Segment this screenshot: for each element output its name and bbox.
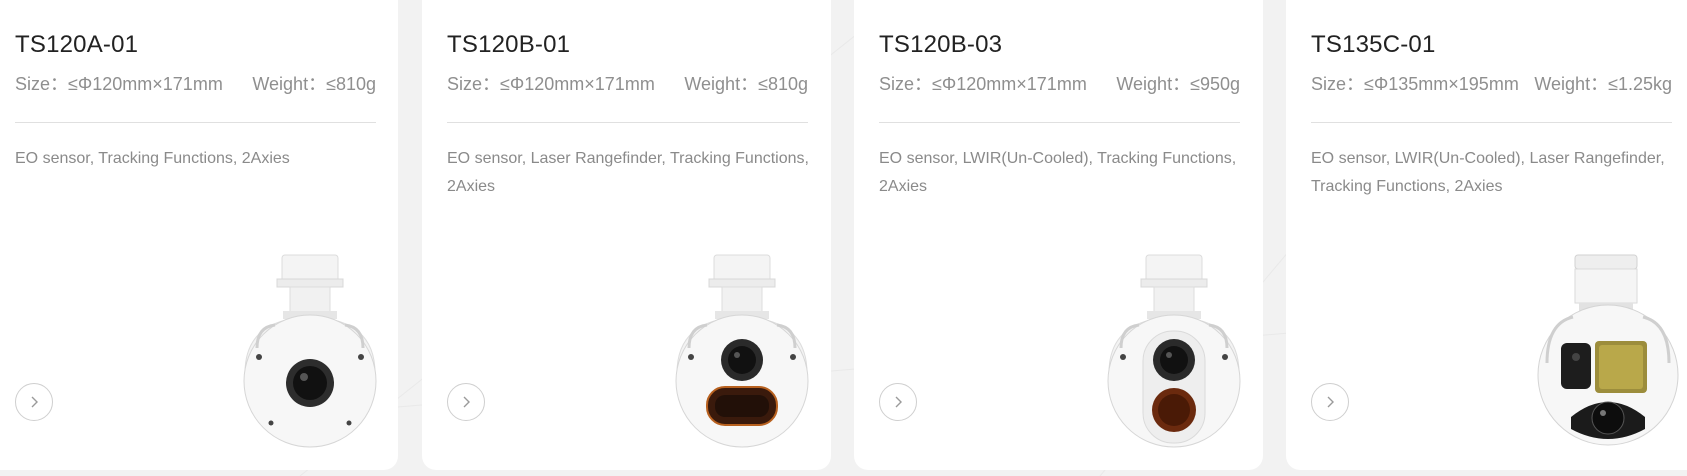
product-title[interactable]: TS120B-03 xyxy=(879,31,1002,59)
product-card[interactable]: TS120A-01 Size：≤Φ120mm×171mm Weight：≤810… xyxy=(0,0,398,470)
size-spec: Size：≤Φ120mm×171mm xyxy=(879,74,1087,94)
product-description: EO sensor, LWIR(Un-Cooled), Laser Rangef… xyxy=(1311,150,1665,195)
weight-spec: Weight：≤810g xyxy=(252,74,376,94)
divider xyxy=(15,122,376,123)
divider xyxy=(447,122,808,123)
product-specs: Size：≤Φ120mm×171mm Weight：≤810g xyxy=(15,70,376,96)
size-spec: Size：≤Φ120mm×171mm xyxy=(447,74,655,94)
product-specs: Size：≤Φ120mm×171mm Weight：≤810g xyxy=(447,70,808,96)
weight-spec: Weight：≤950g xyxy=(1116,74,1240,94)
product-card[interactable]: TS120B-03 Size：≤Φ120mm×171mm Weight：≤950… xyxy=(854,0,1263,470)
product-title[interactable]: TS120B-01 xyxy=(447,31,570,59)
gimbal-tri-sensor-icon xyxy=(1537,254,1679,446)
weight-spec: Weight：≤1.25kg xyxy=(1534,74,1672,94)
size-spec: Size：≤Φ120mm×171mm xyxy=(15,74,223,94)
divider xyxy=(879,122,1240,123)
product-description: EO sensor, Laser Rangefinder, Tracking F… xyxy=(447,150,809,195)
view-details-button[interactable] xyxy=(447,383,485,421)
view-details-button[interactable] xyxy=(1311,383,1349,421)
gimbal-eo-icon xyxy=(243,254,377,448)
chevron-right-icon xyxy=(31,396,38,408)
divider xyxy=(1311,122,1672,123)
chevron-right-icon xyxy=(895,396,902,408)
gimbal-eo-laser-icon xyxy=(675,254,809,448)
product-title[interactable]: TS135C-01 xyxy=(1311,31,1436,59)
product-card[interactable]: TS135C-01 Size：≤Φ135mm×195mm Weight：≤1.2… xyxy=(1286,0,1687,470)
chevron-right-icon xyxy=(463,396,470,408)
size-spec: Size：≤Φ135mm×195mm xyxy=(1311,74,1519,94)
product-description: EO sensor, LWIR(Un-Cooled), Tracking Fun… xyxy=(879,150,1237,195)
product-card[interactable]: TS120B-01 Size：≤Φ120mm×171mm Weight：≤810… xyxy=(422,0,831,470)
gimbal-eo-ir-icon xyxy=(1107,254,1241,448)
product-description: EO sensor, Tracking Functions, 2Axies xyxy=(15,150,290,167)
chevron-right-icon xyxy=(1327,396,1334,408)
product-title[interactable]: TS120A-01 xyxy=(15,31,138,59)
product-specs: Size：≤Φ135mm×195mm Weight：≤1.25kg xyxy=(1311,70,1672,96)
view-details-button[interactable] xyxy=(15,383,53,421)
product-specs: Size：≤Φ120mm×171mm Weight：≤950g xyxy=(879,70,1240,96)
weight-spec: Weight：≤810g xyxy=(684,74,808,94)
product-card-list: TS120A-01 Size：≤Φ120mm×171mm Weight：≤810… xyxy=(0,0,1687,470)
view-details-button[interactable] xyxy=(879,383,917,421)
